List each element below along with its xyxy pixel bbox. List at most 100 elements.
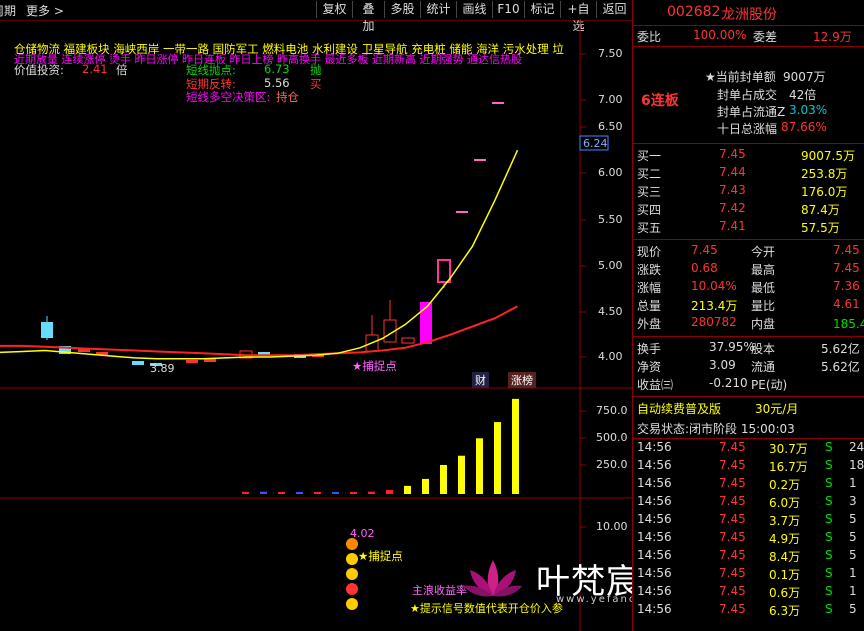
toolbar-button-statistics[interactable]: 统计: [420, 1, 456, 18]
value-invest-label: 价值投资:: [14, 63, 64, 77]
tick-direction: S: [825, 566, 833, 580]
tick-row: 14:56 7.45 0.2万 S 1: [633, 476, 864, 494]
quote-label: 量比: [751, 299, 776, 313]
short-rebound-action: 买: [310, 77, 322, 91]
trade-status-row: 交易状态:闭市阶段 15:00:03: [633, 420, 864, 438]
tick-price: 7.45: [719, 440, 746, 454]
price-tick: 4.50: [598, 305, 623, 318]
seal-value: 42倍: [789, 88, 817, 102]
quote-value: 10.04%: [691, 279, 737, 293]
price-tick: 6.00: [598, 166, 623, 179]
money-bag-icon: [346, 568, 358, 580]
more-button[interactable]: 更多 >: [26, 2, 64, 19]
main-wave-label: 主浪收益率: [412, 584, 467, 597]
tick-count: 1: [849, 584, 857, 598]
tick-row: 14:56 7.45 4.9万 S 5: [633, 530, 864, 548]
indicator-catch-point[interactable]: ★捕捉点: [358, 548, 403, 564]
volume-bar: [440, 465, 447, 494]
tick-price: 7.45: [719, 530, 746, 544]
bid-row: 买三 7.43 176.0万: [633, 183, 864, 201]
toolbar-button-draw-line[interactable]: 画线: [456, 1, 492, 18]
tick-volume: 16.7万: [769, 460, 808, 474]
kline-chart-svg[interactable]: [0, 20, 632, 631]
quote-value: 0.68: [691, 261, 718, 275]
tick-row: 14:56 7.45 0.6万 S 1: [633, 584, 864, 602]
tick-time: 14:56: [637, 476, 672, 490]
strategy-label: 短线多空决策区:: [186, 90, 271, 104]
tick-volume: 6.3万: [769, 604, 801, 618]
chart-toolbar: 周期 更多 > 复权 叠加 多股 统计 画线 F10 标记 +自选 返回: [0, 0, 632, 33]
tick-price: 7.45: [719, 512, 746, 526]
tick-volume: 30.7万: [769, 442, 808, 456]
toolbar-button-f10[interactable]: F10: [492, 1, 524, 18]
toolbar-button-back[interactable]: 返回: [596, 1, 632, 18]
bid-price: 7.45: [719, 147, 746, 161]
tick-price: 7.45: [719, 584, 746, 598]
tick-row: 14:56 7.45 16.7万 S 18: [633, 458, 864, 476]
bid-row: 买五 7.41 57.5万: [633, 219, 864, 237]
strategy-value: 持仓: [276, 90, 299, 104]
tick-time: 14:56: [637, 602, 672, 616]
bid-label: 买三: [637, 185, 662, 199]
tick-price: 7.45: [719, 494, 746, 508]
subscribe-price: 30元/月: [755, 402, 799, 416]
quote-label: 涨跌: [637, 263, 662, 277]
volume-bar: [386, 489, 393, 494]
quote-value: 7.36: [833, 279, 860, 293]
quote-row: 外盘 280782 内盘 185.4万: [633, 315, 864, 333]
tick-time: 14:56: [637, 494, 672, 508]
tick-direction: S: [825, 584, 833, 598]
kline-chart-area[interactable]: 仓储物流 福建板块 海峡西岸 一带一路 国防军工 燃料电池 水利建设 卫星导航 …: [0, 20, 815, 631]
stat-label: 收益㈢: [637, 378, 674, 392]
stat-label: 股本: [751, 342, 776, 356]
toolbar-button-fuquan[interactable]: 复权: [316, 1, 352, 18]
quote-label: 现价: [637, 245, 662, 259]
tick-direction: S: [825, 440, 833, 454]
bid-row: 买二 7.44 253.8万: [633, 165, 864, 183]
volume-bar: [296, 492, 303, 494]
red-coin-icon: [346, 583, 358, 595]
candle: [132, 361, 144, 365]
price-tick: 5.00: [598, 259, 623, 272]
volume-bar: [314, 492, 321, 494]
catch-point-signal[interactable]: ★捕捉点: [352, 358, 397, 374]
bid-volume: 87.4万: [801, 203, 840, 217]
bid-row: 买四 7.42 87.4万: [633, 201, 864, 219]
bid-volume: 9007.5万: [801, 149, 855, 163]
toolbar-button-overlay[interactable]: 叠加: [352, 1, 384, 33]
candle: [186, 360, 198, 363]
quote-value: 7.45: [833, 261, 860, 275]
tick-price: 7.45: [719, 566, 746, 580]
subscribe-label[interactable]: 自动续费普及版: [637, 400, 721, 417]
price-tick: 7.00: [598, 93, 623, 106]
quote-value: 185.4万: [833, 317, 864, 331]
tick-row: 14:56 7.45 30.7万 S 24: [633, 440, 864, 458]
current-price-tag: 6.24: [583, 137, 608, 150]
price-tick: 5.50: [598, 213, 623, 226]
tick-time: 14:56: [637, 566, 672, 580]
toolbar-button-add-watchlist[interactable]: +自选: [560, 1, 596, 33]
value-invest-number: 2.41: [82, 62, 108, 76]
bid-label: 买一: [637, 149, 662, 163]
stock-header: 002682 龙洲股份: [633, 4, 864, 23]
stat-value: 37.95%: [709, 340, 755, 354]
quote-row: 涨幅 10.04% 最低 7.36: [633, 279, 864, 297]
tick-count: 1: [849, 476, 857, 490]
moving-average-lines: [0, 149, 519, 360]
candle: [204, 359, 216, 362]
price-tick: 4.00: [598, 350, 623, 363]
tick-count: 5: [849, 512, 857, 526]
quote-label: 涨幅: [637, 281, 662, 295]
stat-label: 净资: [637, 360, 662, 374]
bid-volume: 57.5万: [801, 221, 840, 235]
period-button[interactable]: 周期: [0, 2, 16, 19]
toolbar-button-mark[interactable]: 标记: [524, 1, 560, 18]
volume-bar: [260, 491, 267, 494]
top-gainer-tag[interactable]: 涨榜: [508, 372, 536, 388]
finance-tag[interactable]: 财: [472, 372, 489, 388]
toolbar-button-multi-stock[interactable]: 多股: [384, 1, 420, 18]
coin-icon: [346, 538, 358, 550]
tick-time: 14:56: [637, 530, 672, 544]
concept-tag[interactable]: 垃: [552, 42, 564, 56]
tick-time: 14:56: [637, 548, 672, 562]
